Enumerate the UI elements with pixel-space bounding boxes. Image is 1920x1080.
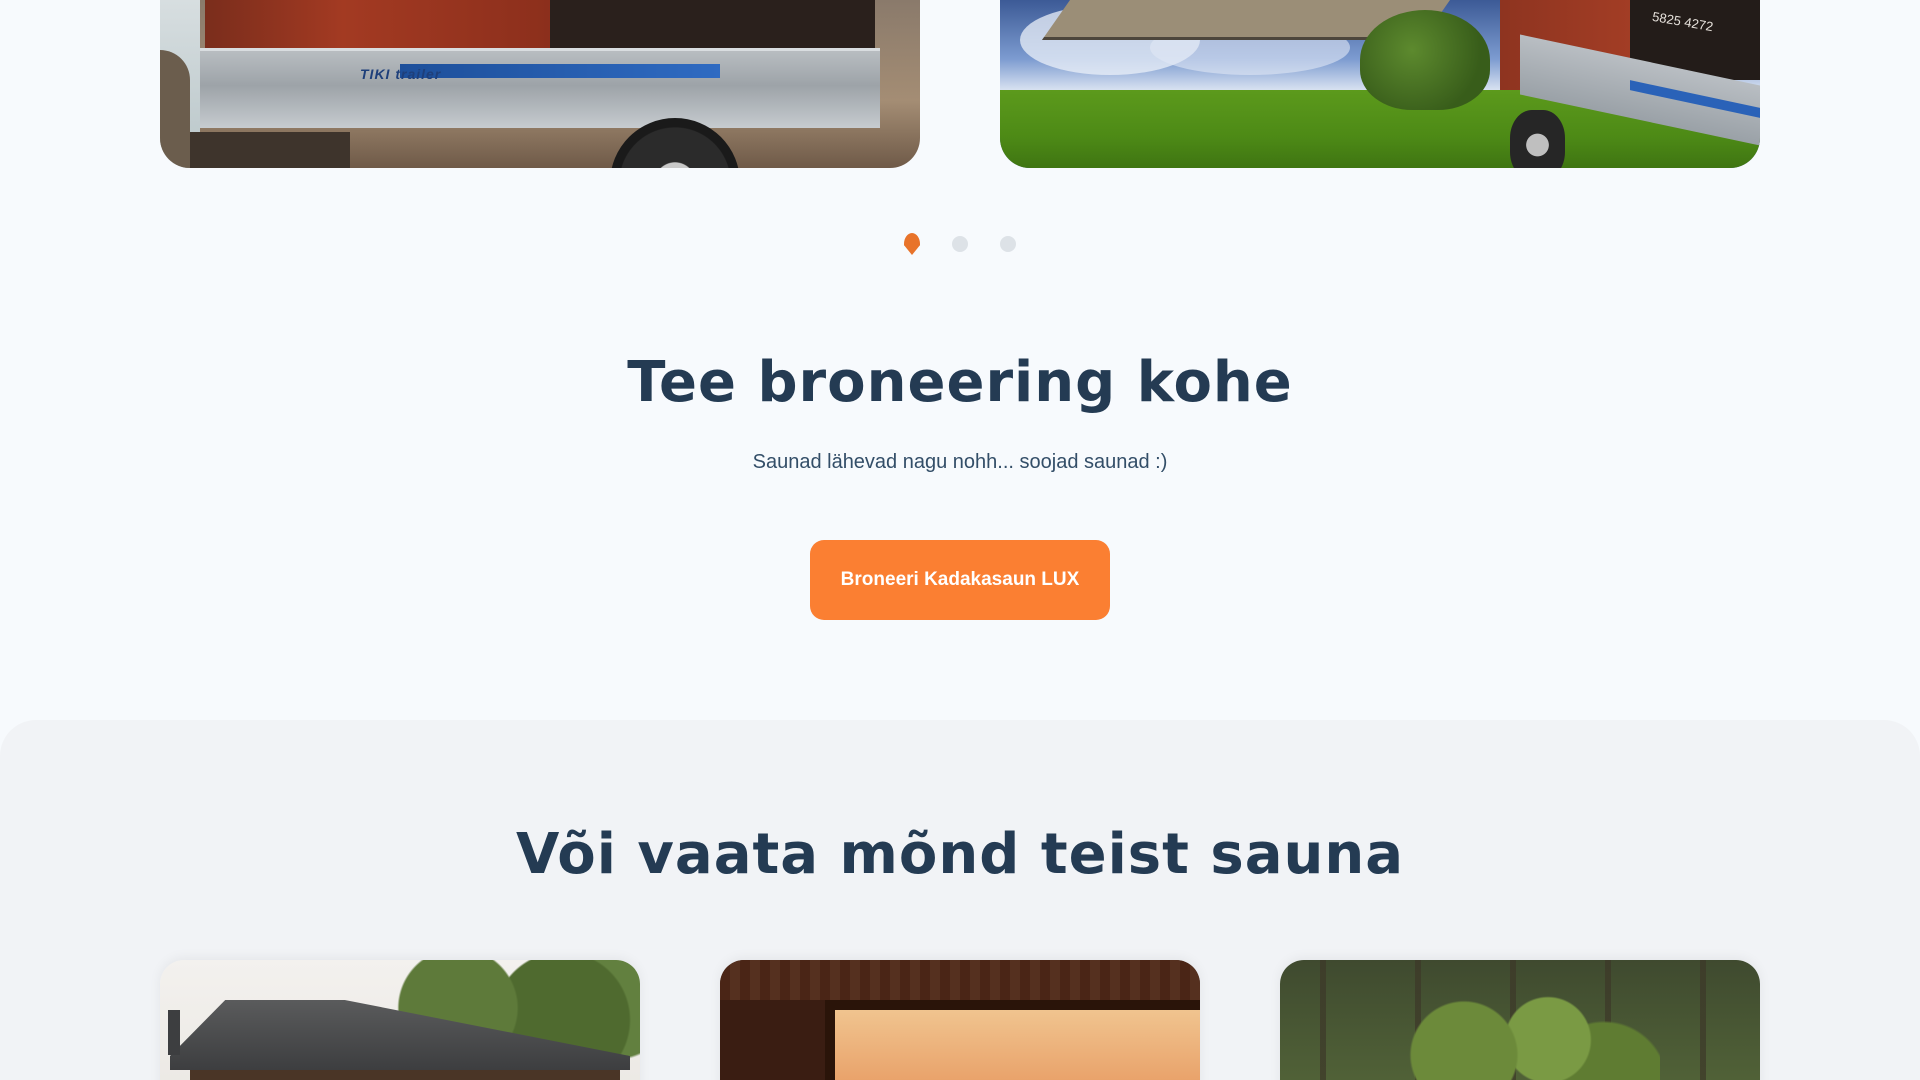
photo-bush [1360,10,1490,110]
other-saunas-section: Või vaata mõnd teist sauna [0,720,1920,1080]
photo-trailer-stripe [400,64,720,78]
booking-section: Tee broneering kohe Saunad lähevad nagu … [0,350,1920,620]
photo-trailer-wheel [1510,110,1565,168]
gallery-slide-1[interactable]: TIKI trailer [160,0,920,168]
photo-silhouette [870,1050,990,1080]
sauna-card-1[interactable] [160,960,640,1080]
carousel-dot-2[interactable] [952,232,968,256]
trailer-brand-text: TIKI trailer [360,66,442,82]
sauna-card-2[interactable] [720,960,1200,1080]
photo-wood-panel [720,960,1200,1000]
booking-title: Tee broneering kohe [627,350,1293,415]
location-pin-icon [904,233,920,255]
gallery-slide-2[interactable]: 5825 4272 [1000,0,1760,168]
photo-chimney [168,1010,180,1055]
other-saunas-title: Või vaata mõnd teist sauna [515,822,1405,887]
dot-icon [1000,236,1016,252]
booking-subtitle: Saunad lähevad nagu nohh... soojad sauna… [752,451,1168,473]
sauna-card-3[interactable] [1280,960,1760,1080]
photo-rock [160,50,190,168]
book-sauna-button[interactable]: Broneeri Kadakasaun LUX [810,540,1110,620]
photo-ramp [190,132,350,168]
carousel-dot-1[interactable] [904,232,920,256]
dot-icon [952,236,968,252]
photo-trailer-frame [200,48,880,128]
image-gallery: TIKI trailer 5825 4272 [160,0,1760,168]
photo-foliage [1380,980,1660,1080]
photo-trailer: 5825 4272 [1500,0,1760,168]
photo-wall [190,1070,620,1080]
carousel-dot-3[interactable] [1000,232,1016,256]
carousel-pagination [0,232,1920,256]
